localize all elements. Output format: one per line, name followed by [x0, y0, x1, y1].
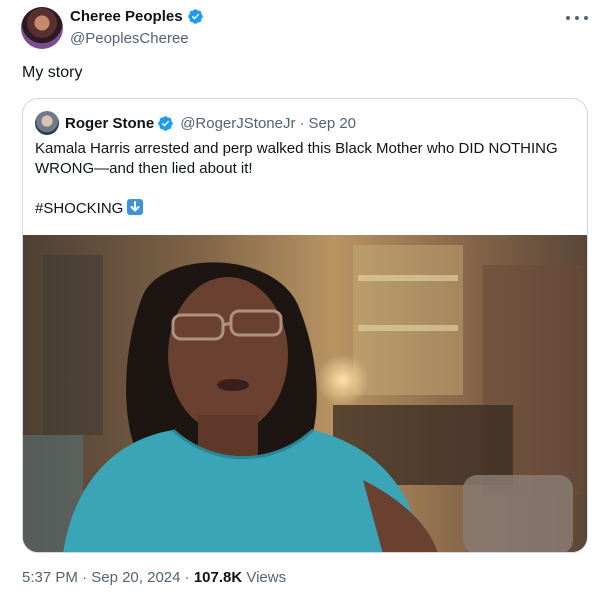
down-arrow-emoji-icon [127, 199, 144, 215]
quoted-tweet-text: Kamala Harris arrested and perp walked t… [35, 139, 580, 219]
verified-badge-icon [187, 9, 203, 24]
author-handle[interactable]: @PeoplesCheree [70, 30, 189, 47]
separator-dot: · [299, 114, 305, 132]
hashtag-link[interactable]: #SHOCKING [35, 200, 123, 217]
tweet: Cheree Peoples @PeoplesCheree My story R… [0, 0, 607, 606]
verified-badge-icon [158, 115, 173, 131]
views-label: Views [246, 569, 287, 586]
quoted-tweet-video-thumbnail[interactable] [23, 235, 587, 552]
views-count: 107.8K [193, 569, 243, 586]
author-avatar[interactable] [21, 7, 63, 49]
author-name[interactable]: Cheree Peoples [70, 8, 183, 25]
separator-dot: · [82, 569, 88, 586]
quoted-author-name: Roger Stone [65, 114, 155, 132]
more-options-icon[interactable] [566, 8, 588, 28]
tweet-text: My story [22, 64, 83, 81]
quoted-tweet-date: Sep 20 [308, 114, 357, 132]
quoted-author-handle: @RogerJStoneJr [180, 114, 296, 132]
tweet-time[interactable]: 5:37 PM [22, 569, 78, 586]
author-name-row[interactable]: Cheree Peoples [70, 8, 204, 25]
quoted-tweet-header: Roger Stone @RogerJStoneJr · Sep 20 [35, 111, 356, 135]
video-frame-illustration [23, 235, 587, 552]
tweet-date[interactable]: Sep 20, 2024 [91, 569, 180, 586]
tweet-meta: 5:37 PM · Sep 20, 2024 · 107.8K Views [22, 569, 286, 586]
quoted-tweet-line: Kamala Harris arrested and perp walked t… [35, 140, 558, 177]
separator-dot: · [184, 569, 190, 586]
quoted-author-avatar [35, 111, 59, 135]
quoted-tweet[interactable]: Roger Stone @RogerJStoneJr · Sep 20 Kama… [22, 98, 588, 553]
